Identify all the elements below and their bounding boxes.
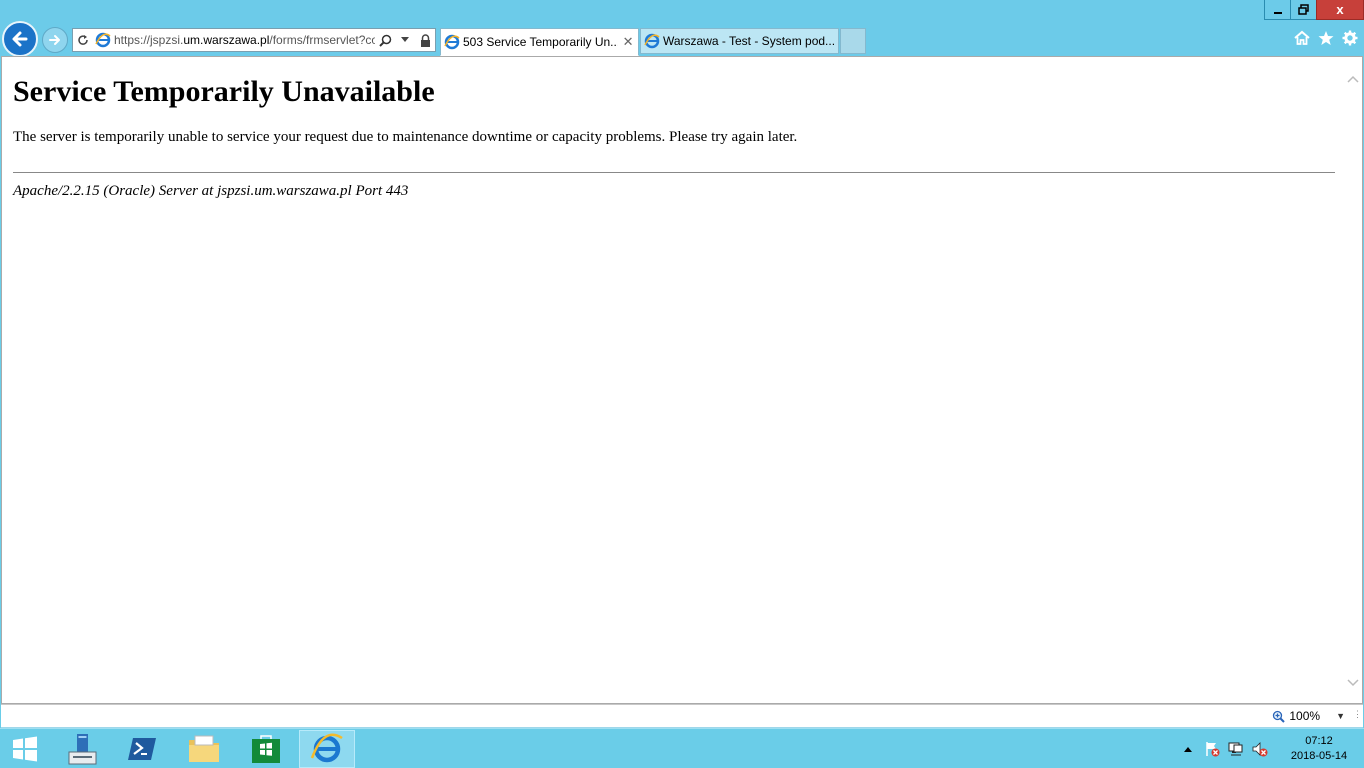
powershell-icon: [128, 738, 156, 760]
clock-date: 2018-05-14: [1290, 750, 1348, 762]
refresh-icon[interactable]: [73, 29, 93, 51]
arrow-left-icon: [12, 31, 28, 47]
browser-tools: [1294, 30, 1358, 46]
action-center-flag-icon[interactable]: [1200, 737, 1224, 761]
store-icon: [252, 735, 280, 763]
minimize-icon: [1273, 11, 1282, 14]
ie-tab-icon: [641, 33, 663, 49]
taskbar: 07:12 2018-05-14: [0, 728, 1364, 768]
windows-logo-icon: [13, 736, 37, 762]
dropdown-icon[interactable]: [395, 29, 415, 51]
zoom-level: 100%: [1289, 709, 1321, 723]
tab-label: 503 Service Temporarily Un...: [463, 35, 619, 49]
page-content: Service Temporarily Unavailable The serv…: [13, 57, 1335, 200]
minimize-button[interactable]: [1264, 0, 1291, 20]
search-icon[interactable]: [375, 29, 395, 51]
address-bar[interactable]: https://jspzsi.um.warszawa.pl/forms/frms…: [72, 28, 436, 52]
taskbar-file-explorer[interactable]: [175, 730, 233, 768]
zoom-control[interactable]: 100% ▼: [1272, 709, 1345, 723]
new-tab-button[interactable]: [840, 28, 866, 54]
ie-page-icon: [93, 29, 113, 51]
clock[interactable]: 07:12 2018-05-14: [1278, 734, 1360, 764]
tab-close-icon[interactable]: ✕: [618, 34, 638, 50]
zoom-magnifier-icon: [1273, 710, 1286, 723]
forward-button[interactable]: [42, 27, 68, 53]
ie-tab-icon: [441, 34, 463, 50]
back-button[interactable]: [2, 21, 38, 57]
tab-label: Warszawa - Test - System pod...: [663, 34, 836, 48]
divider: [13, 172, 1335, 173]
server-manager-icon: [68, 734, 97, 765]
favorites-star-icon[interactable]: [1318, 30, 1334, 46]
clock-time: 07:12: [1305, 735, 1333, 747]
scroll-down-icon[interactable]: [1347, 677, 1359, 689]
lock-icon[interactable]: [415, 29, 435, 51]
volume-muted-icon[interactable]: [1248, 737, 1272, 761]
taskbar-internet-explorer[interactable]: [299, 730, 355, 768]
restore-button[interactable]: [1290, 0, 1317, 20]
vertical-scrollbar[interactable]: [1344, 57, 1362, 703]
close-icon: x: [1336, 2, 1344, 17]
taskbar-store[interactable]: [237, 730, 295, 768]
settings-gear-icon[interactable]: [1342, 30, 1358, 46]
close-button[interactable]: x: [1316, 0, 1364, 20]
error-message: The server is temporarily unable to serv…: [13, 129, 798, 145]
internet-explorer-icon: [310, 733, 343, 763]
start-button[interactable]: [0, 730, 50, 768]
status-bar: 100% ▼ ⋮: [1, 704, 1363, 728]
chevron-down-icon[interactable]: ▼: [1336, 711, 1345, 721]
arrow-right-icon: [49, 35, 60, 45]
tab-warszawa-test[interactable]: Warszawa - Test - System pod...: [640, 28, 839, 54]
scroll-up-icon[interactable]: [1347, 73, 1359, 85]
browser-toolbar: x https://jspzsi.um.warszawa.pl/forms/fr…: [0, 0, 1364, 57]
window-controls: x: [1264, 0, 1364, 20]
resize-grip[interactable]: ⋮: [1353, 709, 1362, 723]
address-url[interactable]: https://jspzsi.um.warszawa.pl/forms/frms…: [113, 33, 375, 47]
taskbar-server-manager[interactable]: [52, 730, 110, 768]
folder-icon: [189, 735, 219, 762]
system-tray: 07:12 2018-05-14: [1176, 729, 1364, 768]
tab-service-unavailable[interactable]: 503 Service Temporarily Un... ✕: [440, 28, 639, 56]
show-hidden-icons-icon[interactable]: [1176, 737, 1200, 761]
page-title: Service Temporarily Unavailable: [13, 75, 435, 108]
taskbar-powershell[interactable]: [113, 730, 171, 768]
home-icon[interactable]: [1294, 30, 1310, 46]
network-icon[interactable]: [1224, 737, 1248, 761]
restore-icon: [1298, 4, 1309, 15]
server-signature: Apache/2.2.15 (Oracle) Server at jspzsi.…: [13, 183, 409, 199]
page-viewport: Service Temporarily Unavailable The serv…: [1, 56, 1363, 704]
